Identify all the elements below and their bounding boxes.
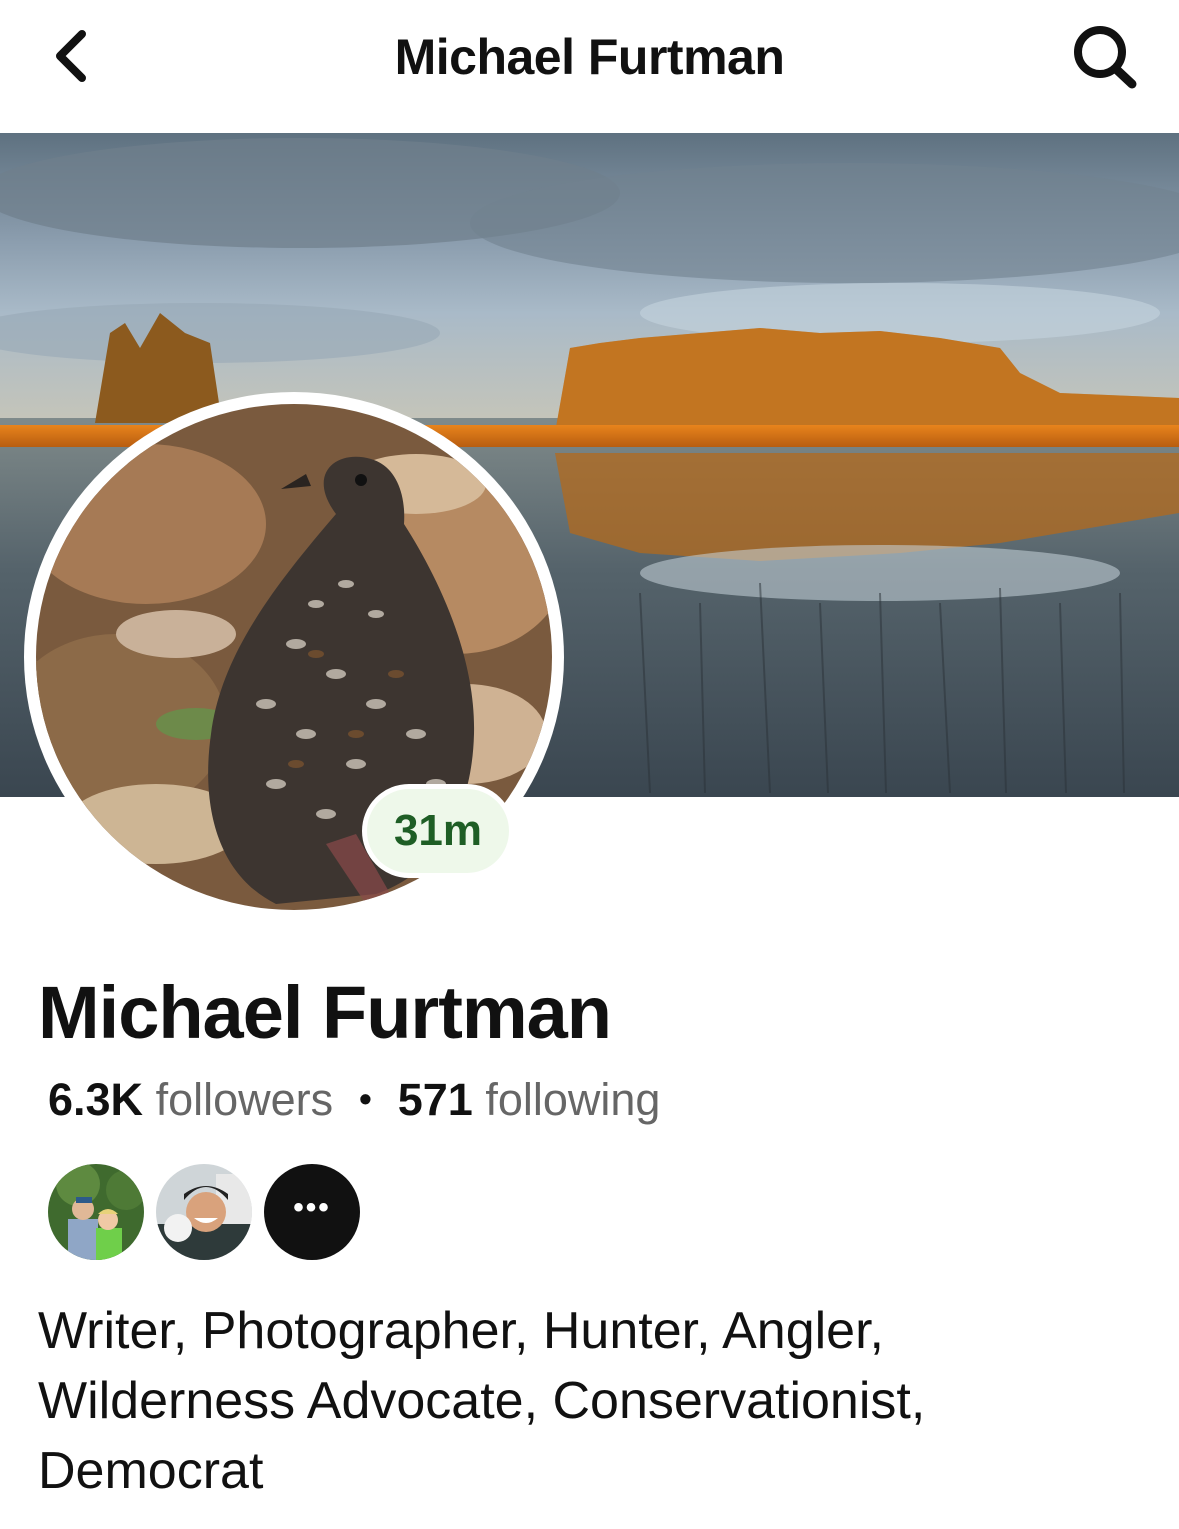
bio-line: Wilderness Advocate, Conservationist, [38,1372,926,1430]
following-count: 571 [397,1074,473,1125]
bio-line: Writer, Photographer, Hunter, Angler, [38,1302,884,1360]
followers-label: followers [155,1074,334,1125]
more-mutual-friends-button[interactable]: ••• [264,1164,360,1260]
following-label: following [485,1074,661,1125]
top-bar: Michael Furtman [0,0,1179,133]
profile-stats: 6.3K followers • 571 following [48,1074,660,1126]
followers-count: 6.3K [48,1074,144,1125]
search-button[interactable] [1062,18,1146,96]
mutual-friend-avatar-1[interactable] [48,1164,144,1260]
bio-line: Democrat [38,1442,264,1500]
profile-name: Michael Furtman [38,971,612,1054]
page-title: Michael Furtman [394,29,785,85]
following-link[interactable]: 571 following [398,1074,661,1125]
stats-separator: • [359,1078,372,1119]
search-icon [1074,26,1137,89]
mutual-friend-avatar-2[interactable] [156,1164,252,1260]
profile-bio: Writer, Photographer, Hunter, Angler, Wi… [38,1296,1148,1506]
status-badge: 31m [362,784,514,878]
friend-photo [48,1164,144,1260]
status-label: 31m [393,806,483,855]
more-horizontal-icon: ••• [293,1191,331,1224]
friend-photo [156,1164,252,1260]
followers-link[interactable]: 6.3K followers [48,1074,333,1125]
